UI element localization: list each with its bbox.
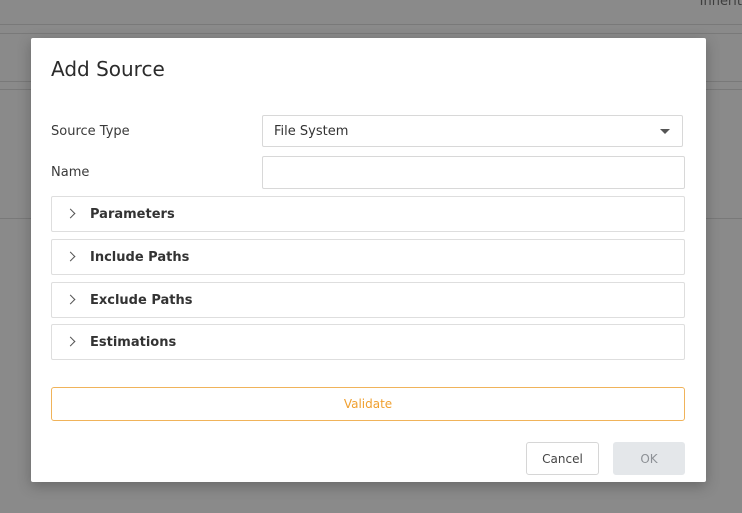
chevron-right-icon — [65, 294, 76, 305]
panel-label: Exclude Paths — [90, 293, 193, 308]
chevron-right-icon — [65, 208, 76, 219]
chevron-down-icon — [660, 129, 670, 134]
source-type-value: File System — [274, 124, 349, 139]
validate-button[interactable]: Validate — [51, 387, 685, 421]
name-input[interactable] — [262, 156, 685, 189]
chevron-right-icon — [65, 251, 76, 262]
panel-parameters[interactable]: Parameters — [51, 196, 685, 232]
panel-label: Include Paths — [90, 250, 190, 265]
dialog-title: Add Source — [51, 57, 165, 81]
panel-label: Estimations — [90, 335, 177, 350]
panel-exclude-paths[interactable]: Exclude Paths — [51, 282, 685, 318]
panel-include-paths[interactable]: Include Paths — [51, 239, 685, 275]
panel-label: Parameters — [90, 207, 175, 222]
source-type-select[interactable]: File System — [262, 115, 683, 147]
add-source-dialog: Add Source Source Type File System Name … — [31, 38, 706, 482]
chevron-right-icon — [65, 336, 76, 347]
cancel-button[interactable]: Cancel — [526, 442, 599, 475]
name-label: Name — [51, 165, 90, 180]
source-type-label: Source Type — [51, 124, 130, 139]
panel-estimations[interactable]: Estimations — [51, 324, 685, 360]
ok-button[interactable]: OK — [613, 442, 685, 475]
